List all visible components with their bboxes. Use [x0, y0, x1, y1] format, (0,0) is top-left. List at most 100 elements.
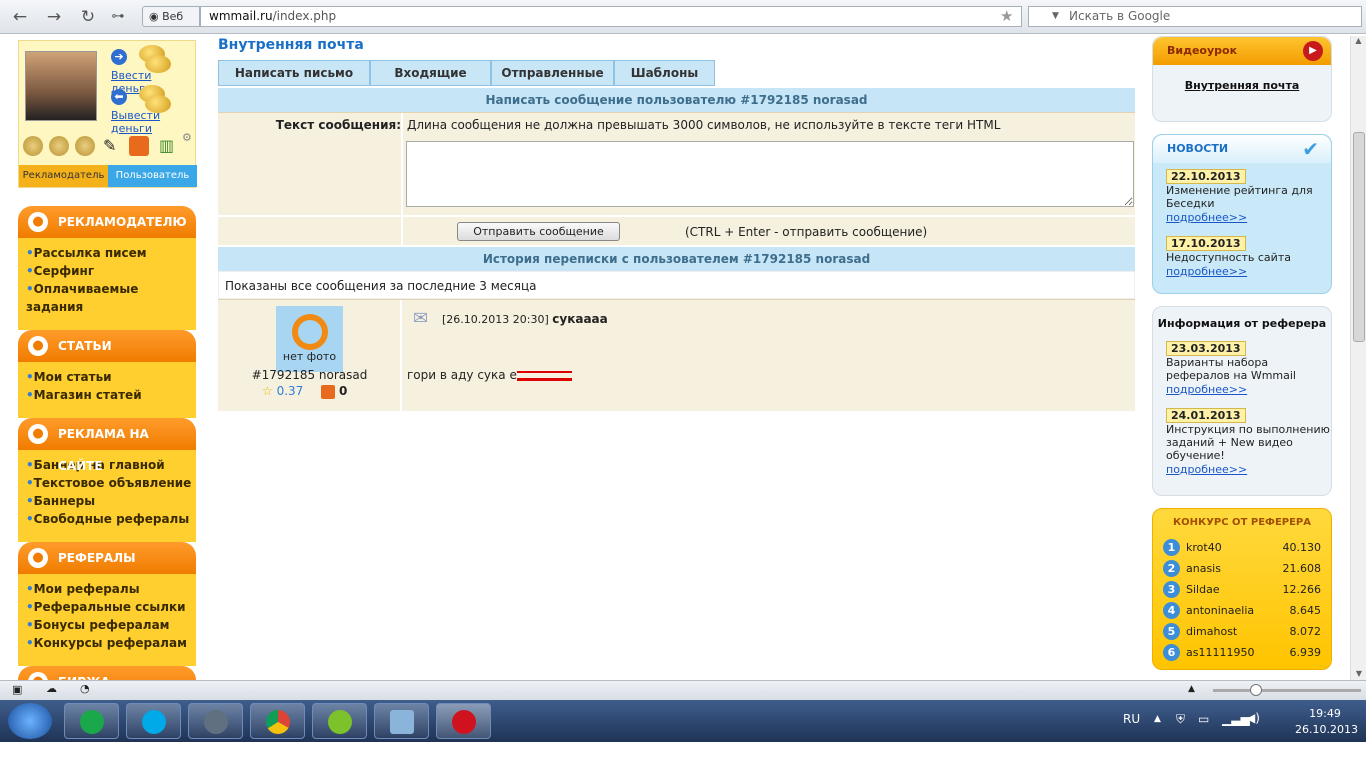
news-more-link[interactable]: подробнее>>	[1166, 265, 1247, 278]
news-more-link[interactable]: подробнее>>	[1166, 211, 1247, 224]
menu-item[interactable]: Мои рефералы	[26, 580, 196, 598]
menu-section-header[interactable]: ● РЕКЛАМОДАТЕЛЮ	[18, 206, 196, 238]
news-box: НОВОСТИ ✔ 22.10.2013 Изменение рейтинга д…	[1152, 134, 1332, 294]
tab-sent[interactable]: Отправленные	[491, 60, 614, 86]
send-shortcut-hint: (CTRL + Enter - отправить сообщение)	[685, 225, 928, 239]
chrome-icon	[265, 710, 290, 734]
menu-item[interactable]: Серфинг	[26, 262, 196, 280]
rank-number-badge: 2	[1163, 560, 1180, 577]
zoom-slider-handle[interactable]	[1250, 684, 1262, 696]
divider	[401, 113, 403, 216]
menu-item[interactable]: Рассылка писем	[26, 244, 196, 262]
menu-item[interactable]: Мои статьи	[26, 368, 196, 386]
taskbar-chrome[interactable]	[250, 703, 305, 739]
news-header: НОВОСТИ ✔	[1153, 135, 1331, 163]
tab-advertiser[interactable]: Рекламодатель	[19, 165, 108, 187]
speed-dial-icon[interactable]: ◔	[80, 682, 90, 695]
gift-icon[interactable]	[129, 136, 149, 156]
settings-gear-icon[interactable]: ⚙	[182, 131, 192, 144]
taskbar-skype[interactable]	[126, 703, 181, 739]
taskbar-mail-agent[interactable]	[64, 703, 119, 739]
menu-section-items: Мои рефералыРеферальные ссылкиБонусы реф…	[18, 574, 196, 666]
scrollbar-thumb[interactable]	[1353, 132, 1365, 342]
menu-item[interactable]: Магазин статей	[26, 386, 196, 404]
start-button[interactable]	[8, 703, 52, 739]
volume-icon[interactable]: ◀)	[1246, 711, 1260, 725]
tab-compose[interactable]: Написать письмо	[218, 60, 370, 86]
menu-section-items: Рассылка писемСерфингОплачиваемые задани…	[18, 238, 196, 330]
checkmark-icon: ✔	[1302, 137, 1319, 161]
view-toggle-icon[interactable]: ▲	[1188, 684, 1195, 694]
key-icon[interactable]: ⊶	[108, 7, 128, 27]
news-more-link[interactable]: подробнее>>	[1166, 463, 1247, 476]
sender-name[interactable]: #1792185 norasad	[218, 368, 401, 382]
taskbar-media-player[interactable]	[188, 703, 243, 739]
vertical-scrollbar[interactable]: ▲ ▼	[1350, 36, 1366, 680]
contest-title: КОНКУРС ОТ РЕФЕРЕРА	[1172, 517, 1312, 528]
mail-agent-icon	[79, 710, 104, 734]
contest-user[interactable]: krot40	[1186, 541, 1283, 554]
news-item: 22.10.2013 Изменение рейтинга для Беседки…	[1166, 163, 1331, 224]
tab-templates[interactable]: Шаблоны	[614, 60, 715, 86]
contest-user[interactable]: Sildae	[1186, 583, 1283, 596]
contest-user[interactable]: as11111950	[1186, 646, 1290, 659]
bookmark-star-icon[interactable]: ★	[1000, 7, 1013, 25]
reload-icon[interactable]: ↻	[78, 7, 98, 27]
withdraw-arrow-icon[interactable]: ⬅	[111, 89, 127, 105]
sender-avatar[interactable]: нет фото	[276, 306, 343, 372]
address-bar[interactable]: wmmail.ru/index.php	[200, 6, 1022, 27]
wmmail-logo-icon	[291, 314, 328, 350]
forward-icon[interactable]: →	[44, 7, 64, 27]
menu-item[interactable]: Свободные рефералы	[26, 510, 196, 528]
news-more-link[interactable]: подробнее>>	[1166, 383, 1247, 396]
globe-icon: ◉	[149, 10, 159, 23]
menu-item[interactable]: Баннер на главной	[26, 456, 196, 474]
menu-item[interactable]: Бонусы рефералам	[26, 616, 196, 634]
tab-inbox[interactable]: Входящие	[370, 60, 491, 86]
search-input[interactable]: ▼ Искать в Google	[1028, 6, 1362, 27]
compose-form: Текст сообщения: Длина сообщения не долж…	[218, 112, 1135, 216]
tray-expand-icon[interactable]: ▲	[1154, 714, 1161, 724]
shield-icon[interactable]: ⛨	[1176, 712, 1185, 727]
menu-item[interactable]: Оплачиваемые задания	[26, 280, 196, 316]
send-message-button[interactable]: Отправить сообщение	[457, 222, 620, 241]
chart-icon[interactable]: ▥	[159, 136, 174, 155]
contest-score: 8.645	[1289, 604, 1322, 617]
menu-item[interactable]: Текстовое объявление	[26, 474, 196, 492]
video-link[interactable]: Внутренняя почта	[1153, 79, 1331, 92]
message-textarea[interactable]	[406, 141, 1134, 207]
taskbar-image-viewer[interactable]	[374, 703, 429, 739]
edit-icon[interactable]: ✎	[103, 136, 116, 155]
clock[interactable]: 19:49 26.10.2013	[1295, 706, 1358, 738]
scroll-down-icon[interactable]: ▼	[1351, 669, 1366, 678]
taskbar-icq[interactable]	[312, 703, 367, 739]
referrer-info-list: 23.03.2013 Варианты набора рефералов на W…	[1153, 335, 1331, 476]
dropdown-arrow-icon[interactable]: ▼	[1052, 7, 1059, 26]
contest-user[interactable]: dimahost	[1186, 625, 1290, 638]
menu-section-header[interactable]: ● СТАТЬИ	[18, 330, 196, 362]
role-switch: Рекламодатель Пользователь	[19, 165, 197, 187]
cloud-icon[interactable]: ☁	[46, 682, 57, 695]
keyboard-icon[interactable]: ▭	[1198, 712, 1209, 726]
sender-stats: ☆ 0.37 0	[262, 384, 347, 399]
contest-user[interactable]: antoninaelia	[1186, 604, 1290, 617]
play-icon[interactable]: ▶	[1303, 41, 1323, 61]
contest-row: 6 as11111950 6.939	[1163, 642, 1321, 663]
menu-item[interactable]: Конкурсы рефералам	[26, 634, 196, 652]
back-icon[interactable]: ←	[10, 7, 30, 27]
menu-section-title: РЕФЕРАЛЫ	[58, 551, 136, 565]
menu-item[interactable]: Реферальные ссылки	[26, 598, 196, 616]
language-indicator[interactable]: RU	[1123, 712, 1140, 726]
scroll-up-icon[interactable]: ▲	[1351, 36, 1366, 45]
taskbar-opera[interactable]	[436, 703, 491, 739]
contest-user[interactable]: anasis	[1186, 562, 1283, 575]
article-icon: ●	[28, 336, 48, 356]
site-info-badge[interactable]: ◉ Веб	[142, 6, 200, 27]
menu-item[interactable]: Баннеры	[26, 492, 196, 510]
menu-section-header[interactable]: ● РЕКЛАМА НА САЙТЕ	[18, 418, 196, 473]
zoom-slider-track[interactable]	[1213, 689, 1361, 692]
tab-user[interactable]: Пользователь	[108, 165, 197, 187]
deposit-arrow-icon[interactable]: ➔	[111, 49, 127, 65]
panel-toggle-icon[interactable]: ▣	[12, 683, 22, 696]
menu-section-header[interactable]: ● РЕФЕРАЛЫ	[18, 542, 196, 574]
